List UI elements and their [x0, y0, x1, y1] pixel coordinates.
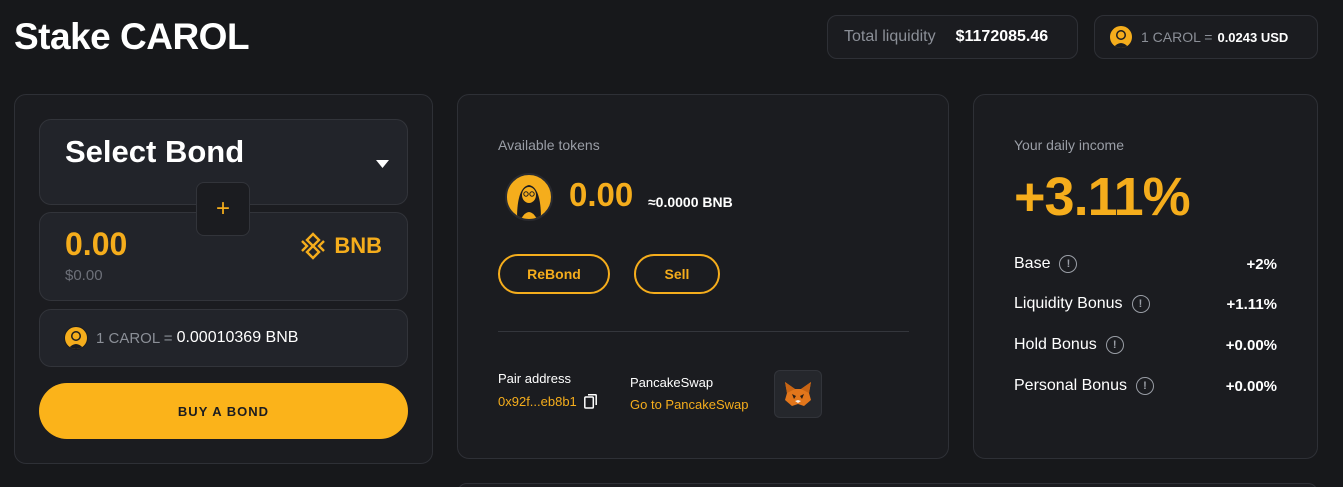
bond-rate-label: 1 CAROL = [96, 329, 173, 347]
total-liquidity-pill: Total liquidity $1172085.46 [827, 15, 1078, 59]
info-icon[interactable]: ! [1135, 377, 1154, 395]
token-selector: BNB [298, 231, 382, 261]
carol-price-label: 1 CAROL = [1141, 29, 1213, 45]
add-bond-button[interactable]: + [196, 182, 250, 236]
copy-icon[interactable] [583, 394, 597, 409]
page-title: Stake CAROL [14, 16, 250, 57]
divider [498, 331, 909, 332]
caret-down-icon [376, 155, 389, 173]
info-icon[interactable]: ! [1105, 336, 1124, 354]
pair-address-link[interactable]: 0x92f...eb8b1 [498, 394, 597, 409]
carol-avatar-icon [1109, 25, 1133, 49]
carol-avatar-icon [64, 326, 88, 350]
amount-value: 0.00 [65, 226, 128, 262]
carol-avatar-icon [505, 173, 553, 221]
income-row-value: +1.11% [1226, 295, 1277, 313]
info-icon[interactable]: ! [1059, 255, 1078, 273]
available-amount: 0.00 [569, 176, 634, 213]
bond-rate-box: 1 CAROL = 0.00010369 BNB [39, 309, 408, 367]
sell-button[interactable]: Sell [634, 254, 720, 294]
amount-usd-value: $0.00 [65, 267, 103, 284]
rebond-button[interactable]: ReBond [498, 254, 610, 294]
income-row-label: Base [1014, 255, 1051, 272]
bond-rate-value: 0.00010369 BNB [176, 329, 299, 346]
metamask-button[interactable] [774, 370, 822, 418]
metamask-fox-icon [785, 382, 811, 406]
income-row-value: +2% [1246, 255, 1277, 273]
income-row-base: Base! +2% [1014, 255, 1277, 273]
pair-address-value[interactable]: 0x92f...eb8b1 [498, 394, 577, 409]
income-row-value: +0.00% [1225, 377, 1277, 395]
pair-address-label: Pair address [498, 371, 571, 386]
available-tokens-label: Available tokens [498, 137, 600, 153]
next-card [457, 483, 1318, 487]
carol-price-pill: 1 CAROL = 0.0243 USD [1094, 15, 1318, 59]
daily-income-label: Your daily income [1014, 137, 1124, 153]
total-liquidity-label: Total liquidity [844, 28, 936, 45]
income-row-hold-bonus: Hold Bonus! +0.00% [1014, 336, 1277, 354]
income-row-label: Liquidity Bonus [1014, 295, 1123, 312]
carol-price-value: 0.0243 USD [1217, 29, 1289, 45]
total-liquidity-value: $1172085.46 [955, 28, 1049, 45]
pancakeswap-link[interactable]: Go to PancakeSwap [630, 397, 749, 412]
pancakeswap-label: PancakeSwap [630, 375, 714, 390]
token-name: BNB [334, 233, 382, 258]
select-bond-label: Select Bond [65, 134, 245, 169]
income-row-personal-bonus: Personal Bonus! +0.00% [1014, 377, 1277, 395]
income-row-label: Personal Bonus [1014, 377, 1127, 394]
income-row-value: +0.00% [1225, 336, 1277, 354]
income-row-liquidity-bonus: Liquidity Bonus! +1.11% [1014, 295, 1277, 313]
income-row-label: Hold Bonus [1014, 336, 1097, 353]
available-bnb-value: ≈0.0000 BNB [648, 194, 733, 210]
daily-income-value: +3.11% [1014, 167, 1191, 227]
bnb-logo-icon [301, 232, 326, 260]
buy-bond-button[interactable]: BUY A BOND [39, 383, 408, 439]
info-icon[interactable]: ! [1131, 295, 1150, 313]
